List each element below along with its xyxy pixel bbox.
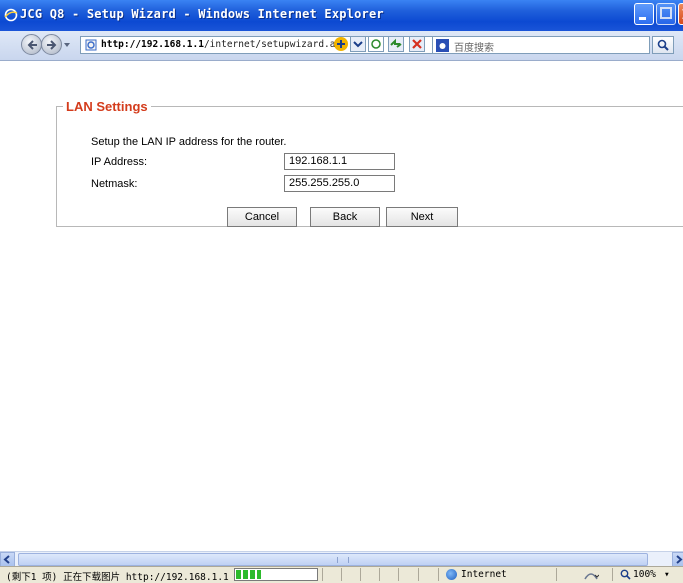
page-content: LAN Settings Setup the LAN IP address fo… [0, 61, 683, 551]
lan-description: Setup the LAN IP address for the router. [91, 136, 287, 148]
download-progress [234, 568, 318, 581]
status-bar: (剩下1 项) 正在下载图片 http://192.168.1.1 Intern… [0, 566, 683, 583]
address-bar[interactable]: http://192.168.1.1/internet/setupwizard.… [80, 36, 440, 54]
ip-address-input[interactable]: 192.168.1.1 [284, 153, 395, 170]
navigation-bar: http://192.168.1.1/internet/setupwizard.… [0, 31, 683, 61]
back-arrow-icon [27, 40, 37, 50]
refresh-icon[interactable] [388, 36, 404, 52]
back-button[interactable] [21, 34, 42, 55]
address-url: http://192.168.1.1/internet/setupwizard.… [101, 39, 347, 50]
minimize-button[interactable] [634, 3, 654, 25]
maximize-button[interactable] [656, 3, 676, 25]
search-button[interactable] [652, 36, 674, 54]
security-icon[interactable] [583, 569, 599, 581]
back-button-form[interactable]: Back [310, 207, 380, 227]
title-bar: JCG Q8 - Setup Wizard - Windows Internet… [0, 0, 683, 31]
horizontal-scrollbar[interactable] [0, 551, 683, 567]
minimize-icon [639, 17, 646, 20]
page-icon [85, 39, 97, 51]
zoom-level[interactable]: 100% [633, 569, 656, 580]
maximize-icon [660, 7, 672, 19]
security-zone: Internet [461, 569, 507, 580]
next-button[interactable]: Next [386, 207, 458, 227]
zoom-dropdown-icon[interactable]: ▾ [664, 569, 670, 580]
close-icon [682, 9, 683, 19]
window-title: JCG Q8 - Setup Wizard - Windows Internet… [20, 7, 384, 21]
cancel-button[interactable]: Cancel [227, 207, 297, 227]
scroll-thumb[interactable] [18, 553, 648, 566]
zoom-icon [620, 569, 631, 580]
close-button[interactable] [678, 3, 683, 25]
chevron-right-icon [676, 555, 683, 564]
compat-icon[interactable] [333, 36, 349, 52]
globe-icon [446, 569, 457, 580]
baidu-icon [436, 39, 449, 52]
scroll-left-button[interactable] [0, 552, 15, 567]
dropdown-icon[interactable] [350, 36, 366, 52]
search-input[interactable]: 百度搜索 [432, 36, 650, 54]
lan-settings-legend: LAN Settings [66, 99, 148, 114]
rss-icon[interactable] [368, 36, 384, 52]
netmask-label: Netmask: [91, 178, 138, 190]
stop-icon[interactable] [409, 36, 425, 52]
status-text: (剩下1 项) 正在下载图片 http://192.168.1.1 [6, 572, 229, 583]
ip-address-label: IP Address: [91, 156, 148, 168]
netmask-input[interactable]: 255.255.255.0 [284, 175, 395, 192]
chevron-left-icon [3, 555, 10, 564]
search-icon [657, 39, 669, 51]
ie-icon [4, 8, 18, 22]
recent-pages-dropdown[interactable] [64, 43, 70, 47]
scroll-right-button[interactable] [672, 552, 683, 567]
forward-button[interactable] [41, 34, 62, 55]
forward-arrow-icon [47, 40, 57, 50]
